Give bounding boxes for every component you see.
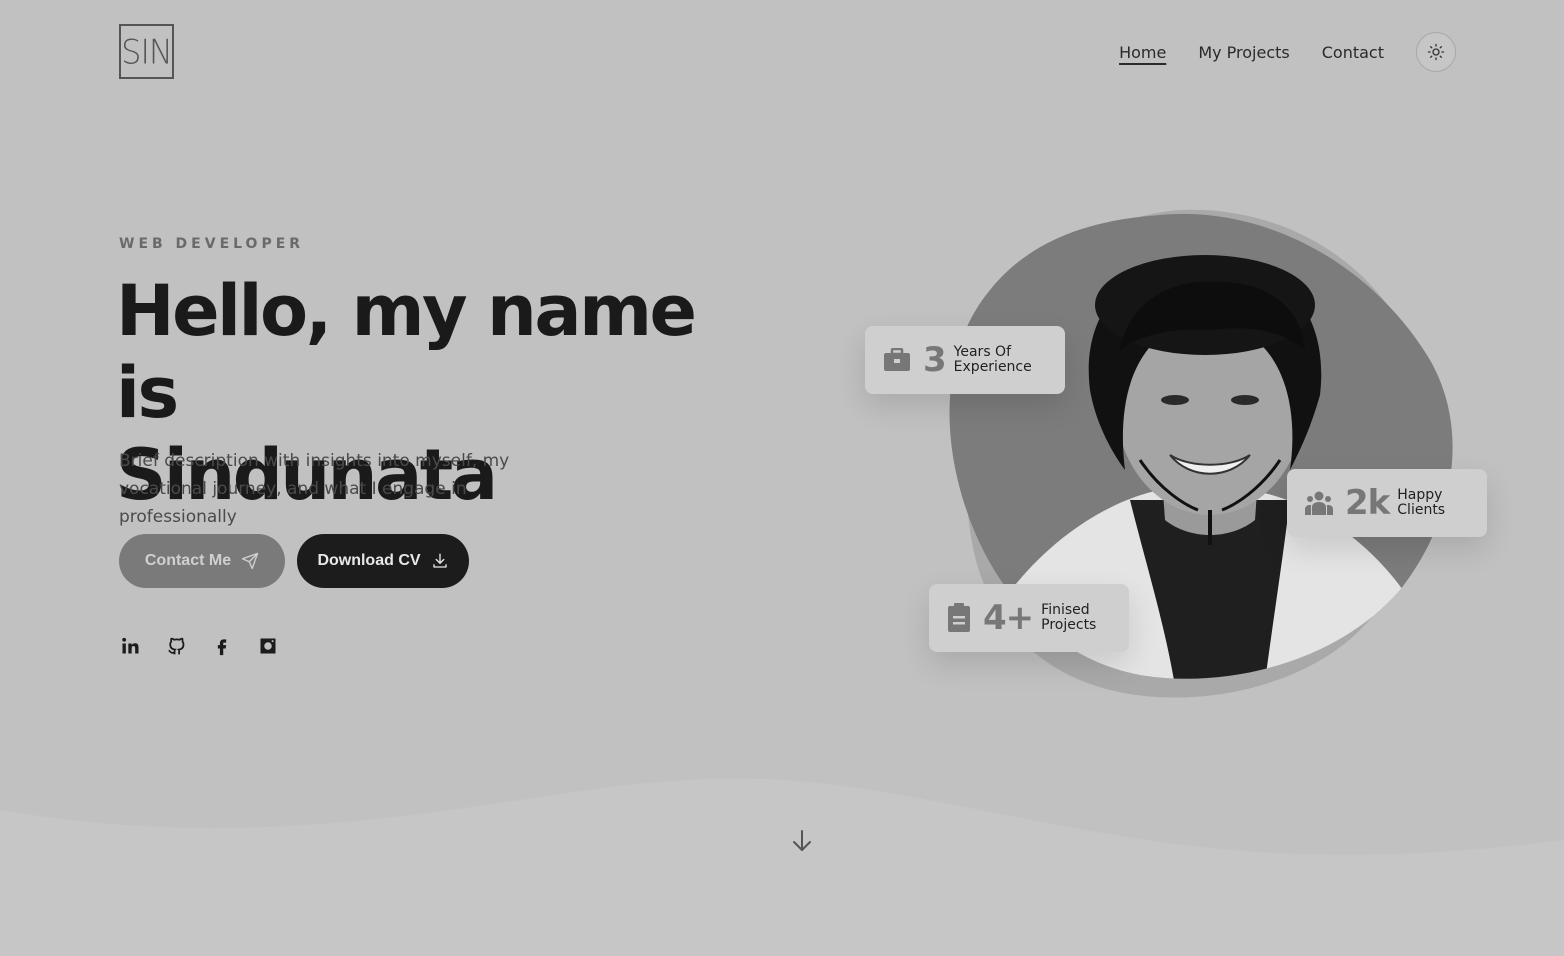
headline-line-1: Hello, my name is	[116, 270, 697, 434]
theme-toggle-button[interactable]	[1416, 32, 1456, 72]
clipboard-icon	[947, 603, 971, 633]
sun-icon	[1427, 43, 1445, 61]
experience-number: 3	[923, 340, 947, 380]
scroll-down-button[interactable]	[790, 828, 814, 858]
stat-card-experience: 3 Years Of Experience	[865, 326, 1065, 394]
download-cv-button[interactable]: Download CV	[297, 534, 469, 588]
stat-card-clients: 2k Happy Clients	[1287, 469, 1487, 537]
clients-label: Happy Clients	[1397, 487, 1446, 518]
contact-me-button[interactable]: Contact Me	[119, 534, 285, 588]
nav-contact[interactable]: Contact	[1322, 43, 1384, 62]
arrow-down-icon	[793, 830, 811, 851]
people-icon	[1305, 490, 1333, 516]
github-icon[interactable]	[165, 634, 187, 658]
contact-me-label: Contact Me	[144, 552, 232, 569]
nav-home[interactable]: Home	[1119, 43, 1166, 62]
download-icon	[432, 553, 447, 568]
experience-label: Years Of Experience	[953, 344, 1032, 375]
briefcase-icon	[883, 348, 911, 372]
instagram-icon[interactable]	[257, 634, 279, 658]
linkedin-icon[interactable]	[119, 634, 141, 658]
facebook-icon[interactable]	[211, 634, 233, 658]
stat-card-projects: 4+ Finised Projects	[929, 584, 1129, 652]
role-eyebrow: WEB DEVELOPER	[119, 236, 305, 252]
projects-number: 4+	[983, 598, 1034, 638]
logo[interactable]: SIN	[119, 24, 174, 79]
hero-description: Brief description with insights into mys…	[119, 451, 510, 527]
projects-label: Finised Projects	[1041, 602, 1097, 633]
main-nav: Home My Projects Contact	[1119, 32, 1456, 72]
send-icon	[241, 552, 259, 570]
nav-my-projects[interactable]: My Projects	[1198, 43, 1289, 62]
clients-number: 2k	[1345, 483, 1390, 523]
download-cv-label: Download CV	[317, 552, 421, 569]
social-links	[119, 634, 279, 658]
